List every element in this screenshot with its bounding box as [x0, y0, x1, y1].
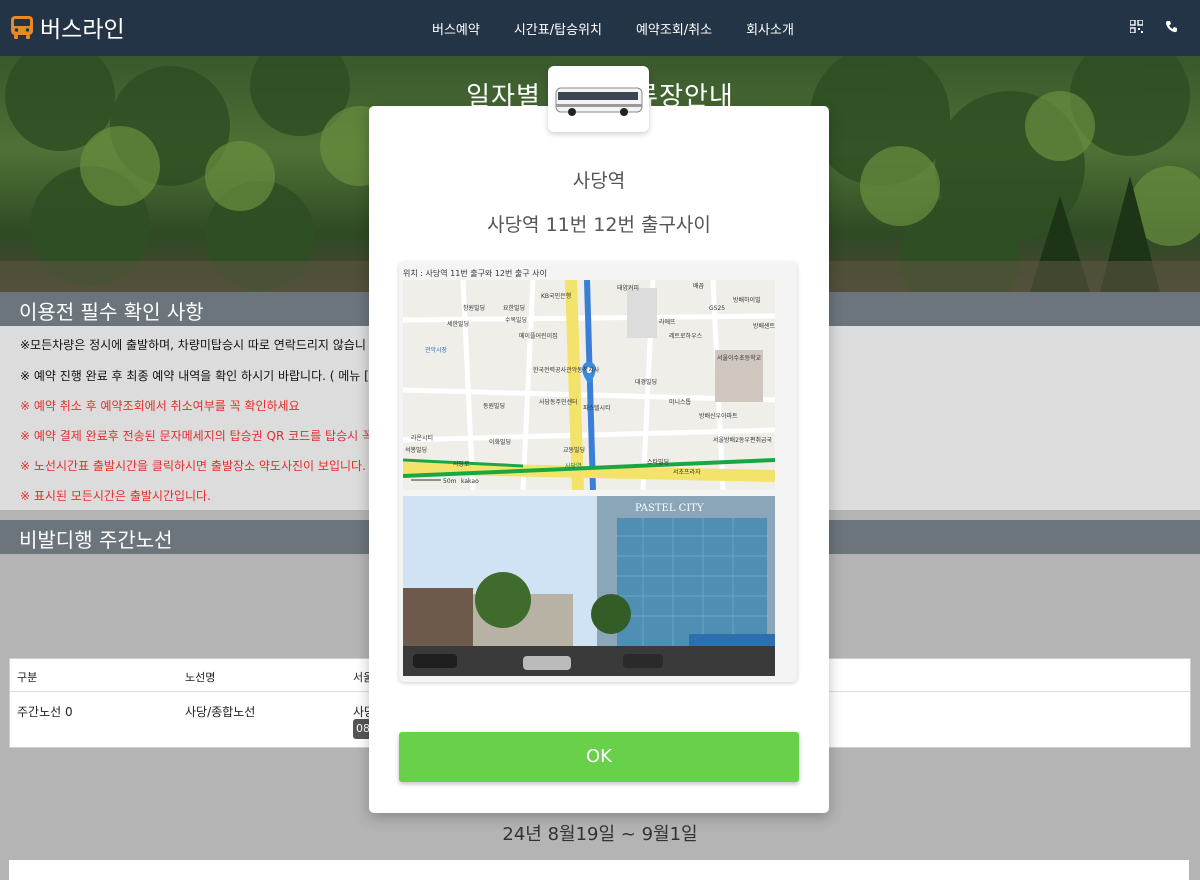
map-label: 서초프라자	[673, 468, 701, 476]
map-label: 동원빌딩	[483, 402, 505, 410]
map-graphic: 창원빌딩 요한빌딩 KB국민은행 태양커피 배꼽 방배하이빌 GS25 수목빌딩…	[403, 280, 775, 490]
map-label: 관악시장	[425, 346, 448, 354]
map-label: 수목빌딩	[505, 316, 527, 324]
map-label: 창원빌딩	[463, 304, 485, 312]
map-label: 서울방배2동우편취급국	[713, 436, 772, 444]
map-label: 스타빌딩	[647, 458, 669, 466]
map-label: 서울이수초등학교	[717, 354, 762, 362]
map-label: 교동빌딩	[563, 446, 585, 454]
map-label: 미니스톱	[669, 398, 692, 406]
map-label: 방배센트	[753, 322, 775, 330]
map-label: 배꼽	[693, 282, 705, 290]
station-map: 창원빌딩 요한빌딩 KB국민은행 태양커피 배꼽 방배하이빌 GS25 수목빌딩…	[403, 280, 775, 490]
map-label: 한국전력공사관악동작지사	[533, 366, 600, 374]
map-label: 사당역	[565, 462, 582, 470]
station-name: 사당역	[572, 170, 626, 192]
map-label: 사당로	[453, 460, 470, 468]
station-location: 사당역 11번 12번 출구사이	[487, 214, 711, 236]
map-label: 세한빌딩	[447, 320, 469, 328]
station-photo-card: 위치 : 사당역 11번 출구와 12번 출구 사이 창원빌딩 요한빌딩 KB국…	[399, 262, 797, 682]
map-caption: 위치 : 사당역 11번 출구와 12번 출구 사이	[403, 269, 547, 278]
map-label: 메이플어린이집	[519, 332, 558, 340]
map-label: 50m	[443, 478, 457, 485]
map-label: 대경빌딩	[635, 378, 657, 386]
ok-button[interactable]: OK	[399, 732, 799, 782]
map-label: 이화빌딩	[489, 438, 511, 446]
map-label: 방배신우아파트	[699, 412, 738, 420]
map-label: 방배하이빌	[733, 296, 761, 304]
station-street-photo: PASTEL CITY	[403, 496, 775, 676]
map-label: kakao	[461, 478, 479, 485]
building-sign: PASTEL CITY	[635, 503, 704, 514]
map-label: 라에뜨	[659, 318, 676, 326]
map-label: GS25	[709, 305, 725, 312]
map-label: 요한빌딩	[503, 304, 525, 312]
map-label: 석봉빌딩	[405, 446, 427, 454]
station-modal: 사당역 사당역 11번 12번 출구사이 위치 : 사당역 11번 출구와 12…	[369, 106, 829, 813]
map-label: 태양커피	[617, 284, 639, 292]
map-label: KB국민은행	[541, 292, 571, 300]
map-label: 라온시티	[411, 434, 433, 442]
map-label: 파스텔시티	[583, 404, 611, 412]
street-photo-graphic: PASTEL CITY	[403, 496, 775, 676]
bus-image	[548, 66, 649, 132]
bus-icon	[555, 87, 643, 116]
map-label: 사당동주민센터	[539, 398, 578, 406]
map-label: 레트로하우스	[669, 332, 703, 340]
